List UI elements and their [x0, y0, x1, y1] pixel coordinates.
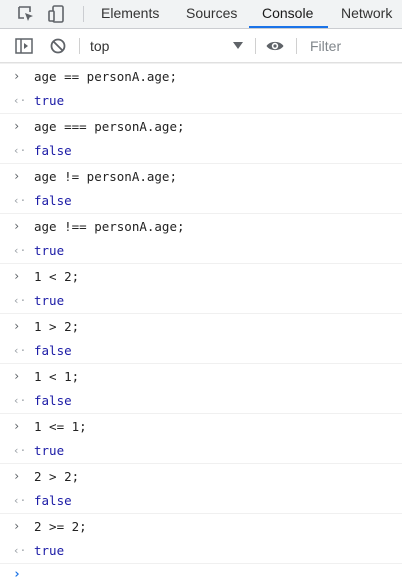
devtools-tab-bar: Elements Sources Console Network	[0, 0, 402, 29]
console-toolbar: top	[0, 29, 402, 63]
console-input-row[interactable]: › age === personA.age;	[0, 113, 402, 138]
tab-sources[interactable]: Sources	[186, 0, 237, 28]
live-expression-eye-icon[interactable]	[265, 36, 285, 56]
result-arrow-icon: ‹·	[13, 344, 27, 357]
input-chevron-icon: ›	[13, 319, 21, 333]
console-result-row[interactable]: ‹· true	[0, 438, 402, 463]
console-input-row[interactable]: › 1 < 1;	[0, 363, 402, 388]
input-chevron-icon: ›	[13, 269, 21, 283]
console-result-value: true	[34, 443, 65, 458]
console-input-text: 1 < 1;	[34, 369, 80, 384]
console-result-value: false	[34, 393, 72, 408]
console-input-row[interactable]: › 1 <= 1;	[0, 413, 402, 438]
result-arrow-icon: ‹·	[13, 494, 27, 507]
result-arrow-icon: ‹·	[13, 194, 27, 207]
result-arrow-icon: ‹·	[13, 244, 27, 257]
input-chevron-icon: ›	[13, 219, 21, 233]
input-chevron-icon: ›	[13, 119, 21, 133]
console-input-text: 2 >= 2;	[34, 519, 87, 534]
console-input-text: age == personA.age;	[34, 69, 177, 84]
console-input-text: 1 <= 1;	[34, 419, 87, 434]
input-chevron-icon: ›	[13, 419, 21, 433]
console-result-row[interactable]: ‹· false	[0, 338, 402, 363]
console-input-text: age === personA.age;	[34, 119, 185, 134]
console-result-row[interactable]: ‹· true	[0, 88, 402, 113]
active-tab-indicator	[249, 26, 328, 28]
console-input-row[interactable]: › 2 > 2;	[0, 463, 402, 488]
console-input-row[interactable]: › age !== personA.age;	[0, 213, 402, 238]
console-result-row[interactable]: ‹· false	[0, 388, 402, 413]
console-result-value: true	[34, 293, 65, 308]
console-result-value: true	[34, 243, 65, 258]
console-input-row[interactable]: › 2 >= 2;	[0, 513, 402, 538]
chevron-down-icon[interactable]	[233, 42, 243, 49]
console-prompt[interactable]: ›	[0, 563, 402, 588]
clear-console-icon[interactable]	[48, 36, 68, 56]
inspect-element-icon[interactable]	[16, 4, 36, 24]
result-arrow-icon: ‹·	[13, 294, 27, 307]
device-toolbar-icon[interactable]	[47, 4, 67, 24]
console-input-text: 2 > 2;	[34, 469, 80, 484]
prompt-chevron-icon: ›	[13, 567, 21, 582]
input-chevron-icon: ›	[13, 469, 21, 483]
console-result-row[interactable]: ‹· false	[0, 488, 402, 513]
input-chevron-icon: ›	[13, 369, 21, 383]
console-result-value: false	[34, 493, 72, 508]
console-sidebar-icon[interactable]	[14, 36, 34, 56]
result-arrow-icon: ‹·	[13, 544, 27, 557]
console-input-text: age !== personA.age;	[34, 219, 185, 234]
console-result-value: false	[34, 143, 72, 158]
console-input-row[interactable]: › 1 < 2;	[0, 263, 402, 288]
filter-input[interactable]	[304, 33, 402, 59]
toolbar-divider	[296, 38, 297, 54]
toolbar-divider	[255, 38, 256, 54]
console-result-value: false	[34, 343, 72, 358]
console-input-text: 1 < 2;	[34, 269, 80, 284]
tab-network[interactable]: Network	[341, 0, 392, 28]
tab-elements[interactable]: Elements	[101, 0, 159, 28]
console-result-row[interactable]: ‹· true	[0, 288, 402, 313]
result-arrow-icon: ‹·	[13, 444, 27, 457]
console-result-value: false	[34, 193, 72, 208]
result-arrow-icon: ‹·	[13, 144, 27, 157]
input-chevron-icon: ›	[13, 169, 21, 183]
console-result-value: true	[34, 543, 65, 558]
tab-console[interactable]: Console	[262, 0, 313, 28]
console-input-row[interactable]: › age != personA.age;	[0, 163, 402, 188]
input-chevron-icon: ›	[13, 519, 21, 533]
result-arrow-icon: ‹·	[13, 94, 27, 107]
input-chevron-icon: ›	[13, 69, 21, 83]
console-log: › age == personA.age; ‹· true › age === perso…	[0, 63, 402, 563]
console-result-row[interactable]: ‹· true	[0, 238, 402, 263]
result-arrow-icon: ‹·	[13, 394, 27, 407]
console-result-row[interactable]: ‹· false	[0, 188, 402, 213]
console-result-value: true	[34, 93, 65, 108]
context-selector[interactable]: top	[90, 29, 109, 63]
console-result-row[interactable]: ‹· false	[0, 138, 402, 163]
console-input-text: age != personA.age;	[34, 169, 177, 184]
toolbar-divider	[79, 38, 80, 54]
console-input-row[interactable]: › 1 > 2;	[0, 313, 402, 338]
console-input-text: 1 > 2;	[34, 319, 80, 334]
tab-bar-divider	[83, 6, 84, 22]
console-result-row[interactable]: ‹· true	[0, 538, 402, 563]
console-input-row[interactable]: › age == personA.age;	[0, 63, 402, 88]
